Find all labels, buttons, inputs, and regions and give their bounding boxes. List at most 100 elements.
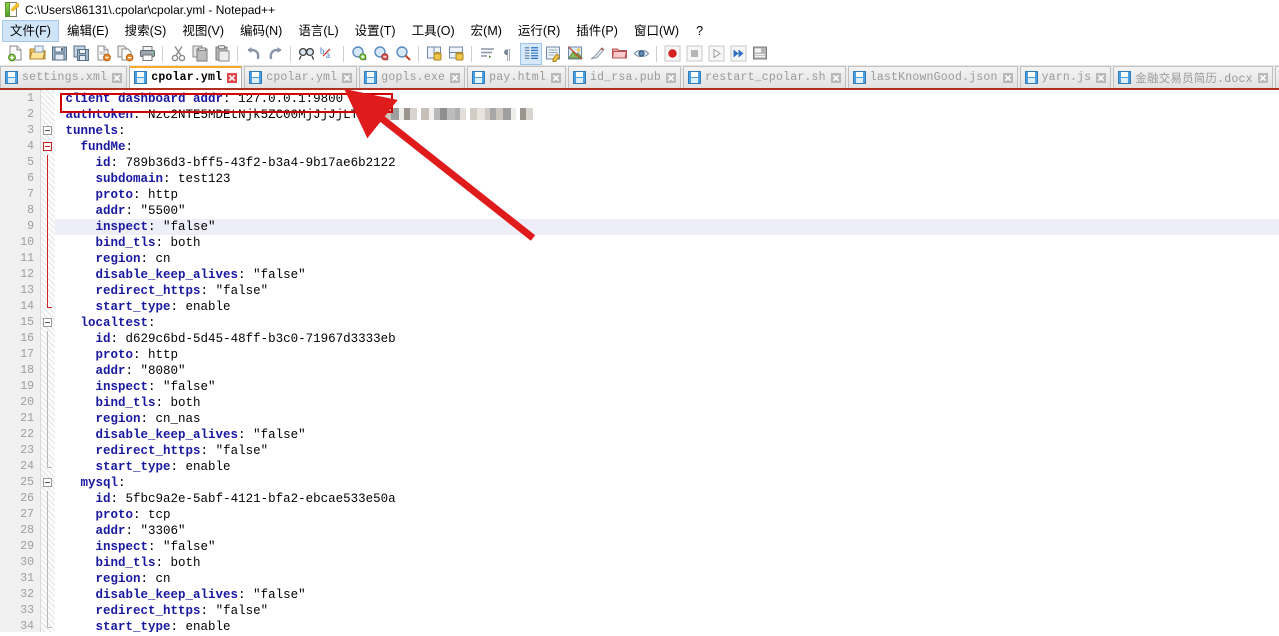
indent-guide-icon[interactable]: [520, 42, 542, 65]
menu-item-tools[interactable]: 工具(O): [404, 20, 463, 42]
code-line[interactable]: region: cn: [55, 571, 1279, 587]
code-line[interactable]: tunnels:: [55, 123, 1279, 139]
monitoring-icon[interactable]: [630, 43, 652, 65]
code-line[interactable]: region: cn: [55, 251, 1279, 267]
close-icon[interactable]: [111, 72, 123, 84]
close-icon[interactable]: [1002, 72, 1014, 84]
code-line[interactable]: fundMe:: [55, 139, 1279, 155]
menu-item-edit[interactable]: 编辑(E): [59, 20, 117, 42]
sync-horizontal-scroll-icon[interactable]: [445, 43, 467, 65]
close-icon[interactable]: [1095, 72, 1107, 84]
code-line[interactable]: disable_keep_alives: "false": [55, 587, 1279, 603]
word-wrap-icon[interactable]: [476, 43, 498, 65]
code-line[interactable]: id: d629c6bd-5d45-48ff-b3c0-71967d3333eb: [55, 331, 1279, 347]
code-line[interactable]: region: cn_nas: [55, 411, 1279, 427]
new-file-icon[interactable]: [4, 43, 26, 65]
redo-icon[interactable]: [264, 43, 286, 65]
show-all-characters-icon[interactable]: ¶: [498, 43, 520, 65]
code-line[interactable]: subdomain: test123: [55, 171, 1279, 187]
code-line[interactable]: disable_keep_alives: "false": [55, 267, 1279, 283]
menu-item-macro[interactable]: 宏(M): [463, 20, 510, 42]
menu-item-settings[interactable]: 设置(T): [347, 20, 404, 42]
code-line[interactable]: id: 789b36d3-bff5-43f2-b3a4-9b17ae6b2122: [55, 155, 1279, 171]
copy-icon[interactable]: [189, 43, 211, 65]
code-line[interactable]: client dashboard addr: 127.0.0.1:9800: [55, 91, 1279, 107]
zoom-restore-icon[interactable]: [392, 43, 414, 65]
code-line[interactable]: disable_keep_alives: "false": [55, 427, 1279, 443]
code-line[interactable]: addr: "5500": [55, 203, 1279, 219]
menu-item-view[interactable]: 视图(V): [174, 20, 232, 42]
tab-id-rsa-pub[interactable]: id_rsa.pub: [567, 66, 681, 88]
menu-item-encoding[interactable]: 编码(N): [232, 20, 290, 42]
macro-record-icon[interactable]: [661, 43, 683, 65]
user-defined-language-icon[interactable]: [542, 43, 564, 65]
sync-vertical-scroll-icon[interactable]: [423, 43, 445, 65]
code-line[interactable]: redirect_https: "false": [55, 443, 1279, 459]
undo-icon[interactable]: [242, 43, 264, 65]
paste-icon[interactable]: [211, 43, 233, 65]
tab-cpolar-yml-2[interactable]: cpolar.yml: [244, 66, 358, 88]
code-line[interactable]: addr: "8080": [55, 363, 1279, 379]
code-line[interactable]: redirect_https: "false": [55, 603, 1279, 619]
close-icon[interactable]: [830, 72, 842, 84]
macro-stop-icon[interactable]: [683, 43, 705, 65]
close-all-files-icon[interactable]: [114, 43, 136, 65]
close-icon[interactable]: [1257, 72, 1269, 84]
code-line[interactable]: start_type: enable: [55, 459, 1279, 475]
replace-icon[interactable]: b a: [317, 43, 339, 65]
code-line[interactable]: mysql:: [55, 475, 1279, 491]
tab-cpolar-yml-active[interactable]: cpolar.yml: [129, 66, 243, 88]
zoom-out-icon[interactable]: [370, 43, 392, 65]
close-icon[interactable]: [665, 72, 677, 84]
close-icon[interactable]: [226, 72, 238, 84]
menu-item-search[interactable]: 搜索(S): [117, 20, 175, 42]
save-icon[interactable]: [48, 43, 70, 65]
code-line[interactable]: inspect: "false": [55, 539, 1279, 555]
fold-marker[interactable]: [41, 139, 55, 155]
tab-gopls-exe[interactable]: gopls.exe: [359, 66, 466, 88]
tab-pay-html[interactable]: pay.html: [467, 66, 566, 88]
fold-marker[interactable]: [41, 315, 55, 331]
menu-item-file[interactable]: 文件(F): [2, 20, 59, 42]
code-line[interactable]: inspect: "false": [55, 219, 1279, 235]
code-line[interactable]: bind_tls: both: [55, 395, 1279, 411]
code-line[interactable]: start_type: enable: [55, 299, 1279, 315]
fold-marker[interactable]: [41, 123, 55, 139]
close-icon[interactable]: [550, 72, 562, 84]
code-line[interactable]: bind_tls: both: [55, 555, 1279, 571]
find-icon[interactable]: [295, 43, 317, 65]
function-list-icon[interactable]: [586, 43, 608, 65]
open-file-icon[interactable]: [26, 43, 48, 65]
macro-play-multiple-icon[interactable]: [727, 43, 749, 65]
menu-item-plugins[interactable]: 插件(P): [568, 20, 626, 42]
code-line[interactable]: localtest:: [55, 315, 1279, 331]
save-all-icon[interactable]: [70, 43, 92, 65]
menu-item-run[interactable]: 运行(R): [510, 20, 568, 42]
fold-marker[interactable]: [41, 475, 55, 491]
editor-area[interactable]: 1 2 3 4 5 6 7 8 9 10 11 12 13 14 15 16 17 18 19 20 21 22 23 24 2…: [0, 90, 1279, 632]
tab-restart-cpolar-sh[interactable]: restart_cpolar.sh: [683, 66, 846, 88]
zoom-in-icon[interactable]: [348, 43, 370, 65]
code-line[interactable]: proto: tcp: [55, 507, 1279, 523]
close-icon[interactable]: [341, 72, 353, 84]
code-line[interactable]: bind_tls: both: [55, 235, 1279, 251]
menu-item-help[interactable]: ?: [687, 20, 712, 42]
code-line[interactable]: proto: http: [55, 187, 1279, 203]
tab-lastknowngood-json[interactable]: lastKnownGood.json: [847, 66, 1018, 88]
macro-save-icon[interactable]: [749, 43, 771, 65]
macro-play-icon[interactable]: [705, 43, 727, 65]
code-text-area[interactable]: client dashboard addr: 127.0.0.1:9800 au…: [55, 90, 1279, 632]
tab-yarn-js[interactable]: yarn.js: [1019, 66, 1112, 88]
code-line[interactable]: proto: http: [55, 347, 1279, 363]
show-document-map-icon[interactable]: [564, 43, 586, 65]
folder-as-workspace-icon[interactable]: [608, 43, 630, 65]
code-folding-margin[interactable]: [41, 90, 55, 632]
menu-item-language[interactable]: 语言(L): [290, 20, 346, 42]
code-line[interactable]: authtoken: Nzc2NTE5MDEtNjk5ZC00MjJjJjLTk…: [55, 107, 1279, 123]
menu-item-window[interactable]: 窗口(W): [626, 20, 687, 42]
code-line[interactable]: id: 5fbc9a2e-5abf-4121-bfa2-ebcae533e50a: [55, 491, 1279, 507]
cut-icon[interactable]: [167, 43, 189, 65]
close-icon[interactable]: [449, 72, 461, 84]
code-line[interactable]: inspect: "false": [55, 379, 1279, 395]
tab-settings-xml[interactable]: settings.xml: [0, 66, 128, 88]
